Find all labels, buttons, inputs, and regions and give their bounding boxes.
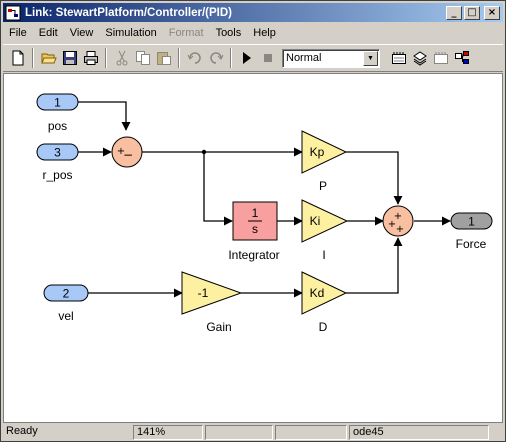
menu-edit[interactable]: Edit: [33, 27, 64, 39]
gain-d-value: Kd: [310, 286, 325, 300]
status-zoom: 141%: [133, 425, 203, 440]
minimize-icon: _: [451, 6, 457, 18]
inport-r-pos[interactable]: 3 r_pos: [36, 143, 79, 182]
gain-p-label: P: [319, 179, 327, 193]
menu-file[interactable]: File: [3, 27, 33, 39]
gain-d-label: D: [319, 320, 328, 334]
inport-vel[interactable]: 2 vel: [43, 284, 89, 323]
integrator-label: Integrator: [228, 248, 279, 262]
status-field-empty-1: [205, 425, 273, 440]
gain-negative-label: Gain: [206, 320, 231, 334]
inport-pos-label: pos: [48, 119, 67, 133]
cut-icon: [116, 50, 127, 66]
status-state: Ready: [6, 425, 38, 437]
inport-pos[interactable]: 1 pos: [36, 93, 79, 133]
copy-button[interactable]: [132, 48, 153, 69]
menu-simulation[interactable]: Simulation: [99, 27, 162, 39]
redo-icon: [209, 52, 223, 64]
menu-tools[interactable]: Tools: [210, 27, 248, 39]
maximize-button[interactable]: □: [464, 5, 480, 20]
debug-icon: [454, 51, 469, 64]
undo-icon: [187, 52, 201, 64]
toolbar-separator: [32, 48, 34, 68]
integrator-denominator: s: [252, 222, 258, 236]
outport-force[interactable]: 1 Force: [450, 212, 493, 251]
simulation-mode-select[interactable]: Normal ▼: [282, 48, 380, 68]
close-button[interactable]: ×: [484, 5, 500, 20]
inport-pos-number: 1: [54, 96, 61, 110]
chevron-down-icon[interactable]: ▼: [363, 50, 378, 66]
minimize-button[interactable]: _: [446, 5, 462, 20]
update-icon: [412, 51, 427, 66]
maximize-icon: □: [467, 6, 477, 18]
save-button[interactable]: [59, 48, 80, 69]
inport-r-pos-label: r_pos: [42, 168, 72, 182]
simulink-window: Link: StewartPlatform/Controller/(PID) _…: [0, 0, 506, 442]
gain-i-value: Ki: [310, 214, 321, 228]
outport-force-number: 1: [468, 215, 475, 229]
integrator-numerator: 1: [252, 206, 259, 220]
status-solver: ode45: [349, 425, 489, 440]
branch-point: [201, 149, 207, 155]
new-icon: [12, 50, 23, 66]
gain-block-d[interactable]: Kd D: [301, 271, 348, 334]
toolbar-separator: [230, 48, 232, 68]
menu-format[interactable]: Format: [163, 27, 210, 39]
model-canvas[interactable]: 1 pos 3 r_pos 2 vel + − Kp P 1 s Integra…: [3, 73, 503, 423]
sum2-sign-bottom: +: [396, 224, 404, 235]
sum-block-pid[interactable]: + + +: [382, 205, 414, 237]
title-bar[interactable]: Link: StewartPlatform/Controller/(PID) _…: [3, 3, 503, 22]
redo-button[interactable]: [205, 48, 226, 69]
model-explorer-button[interactable]: [451, 48, 472, 69]
gain-negative-value: -1: [198, 286, 209, 300]
status-field-empty-2: [275, 425, 347, 440]
gain-block-i[interactable]: Ki I: [301, 199, 349, 262]
simulink-app-icon: [5, 5, 21, 20]
signal-lines: [78, 101, 451, 298]
play-icon: [242, 52, 251, 64]
block-diagram[interactable]: 1 pos 3 r_pos 2 vel + − Kp P 1 s Integra…: [4, 74, 502, 422]
sum1-sign-minus: −: [123, 148, 133, 162]
toolbar: Normal ▼: [3, 44, 503, 72]
integrator-block[interactable]: 1 s Integrator: [228, 201, 280, 262]
toolbar-separator: [105, 48, 107, 68]
undo-button[interactable]: [184, 48, 205, 69]
stop-icon: [263, 54, 272, 62]
stop-simulation-button[interactable]: [257, 48, 278, 69]
open-icon: [40, 53, 57, 64]
outport-force-label: Force: [456, 237, 487, 251]
menu-bar: File Edit View Simulation Format Tools H…: [3, 23, 503, 42]
paste-button[interactable]: [153, 48, 174, 69]
gain-block-negative[interactable]: -1 Gain: [181, 271, 243, 334]
new-button[interactable]: [7, 48, 28, 69]
build-icon: [391, 52, 406, 64]
cut-button[interactable]: [111, 48, 132, 69]
update-diagram-button[interactable]: [409, 48, 430, 69]
gain-i-label: I: [322, 248, 325, 262]
close-icon: ×: [487, 6, 497, 18]
gain-block-p[interactable]: Kp P: [301, 130, 348, 193]
open-button[interactable]: [38, 48, 59, 69]
print-button[interactable]: [80, 48, 101, 69]
inport-r-pos-number: 3: [54, 146, 61, 160]
status-bar: Ready 141% ode45: [3, 425, 503, 441]
inport-vel-label: vel: [58, 309, 73, 323]
window-title: Link: StewartPlatform/Controller/(PID): [25, 6, 233, 19]
paste-icon: [156, 52, 171, 65]
gain-p-value: Kp: [310, 145, 325, 159]
print-icon: [83, 51, 98, 65]
sum-block-error[interactable]: + −: [111, 136, 143, 168]
toolbar-separator: [178, 48, 180, 68]
simulation-mode-value: Normal: [286, 52, 322, 64]
copy-icon: [135, 51, 150, 65]
inport-vel-number: 2: [63, 287, 70, 301]
save-icon: [62, 51, 77, 65]
library-browser-button[interactable]: [430, 48, 451, 69]
start-simulation-button[interactable]: [236, 48, 257, 69]
menu-help[interactable]: Help: [247, 27, 282, 39]
menu-view[interactable]: View: [64, 27, 100, 39]
library-icon: [433, 52, 448, 64]
build-button[interactable]: [388, 48, 409, 69]
